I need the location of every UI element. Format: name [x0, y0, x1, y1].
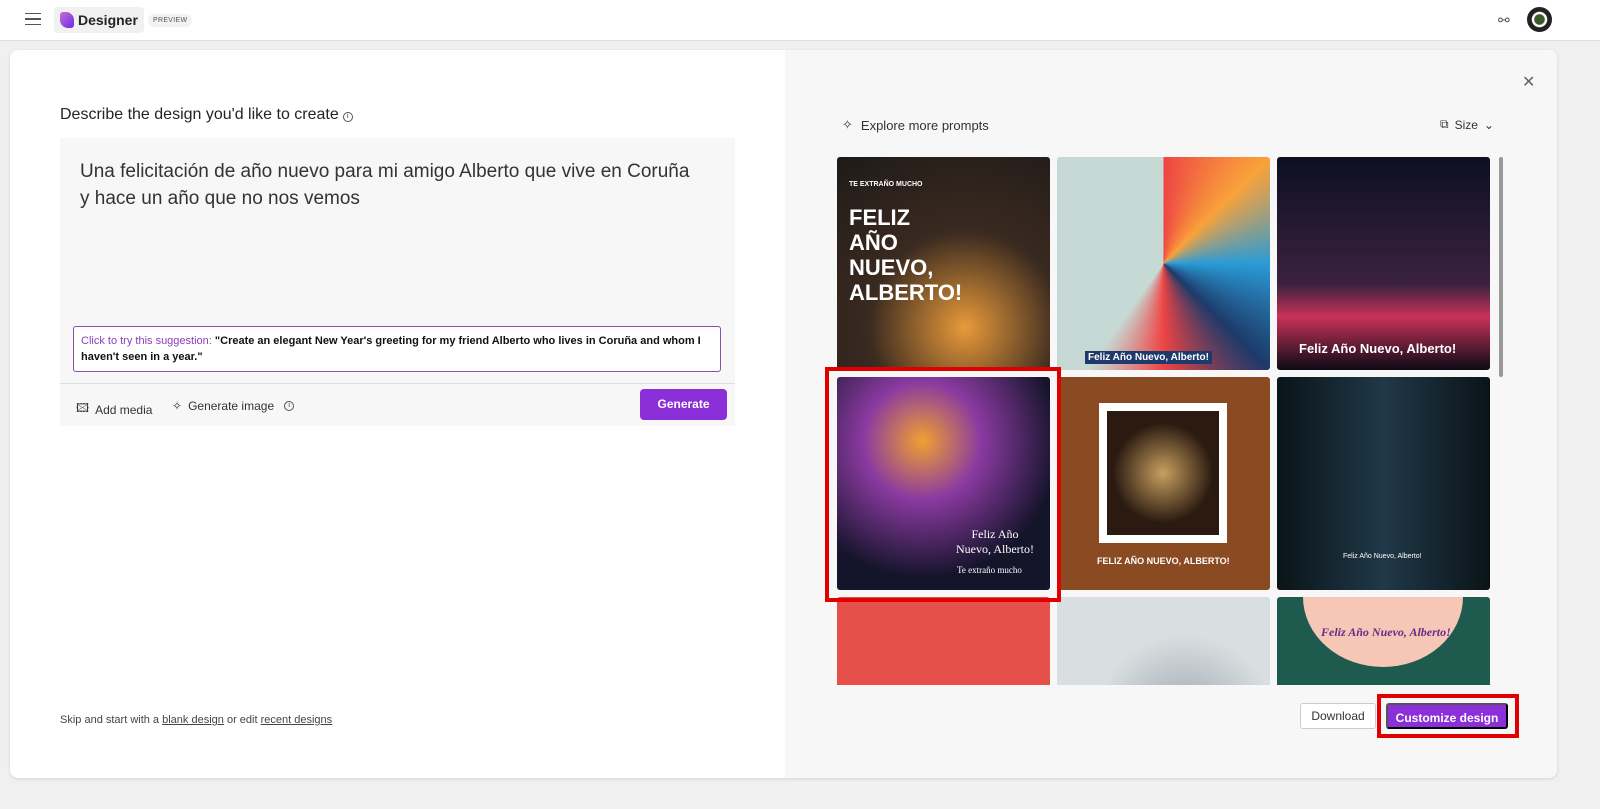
top-bar: Designer PREVIEW ⚯ — [0, 0, 1600, 41]
download-button[interactable]: Download — [1300, 703, 1376, 729]
generate-button[interactable]: Generate — [640, 389, 727, 420]
add-media-button[interactable]: 🖾 Add media — [76, 399, 152, 420]
generate-image-button[interactable]: ✧ Generate image i — [172, 399, 295, 413]
design-tile[interactable]: TE EXTRAÑO MUCHO FELIZ AÑO NUEVO, ALBERTO… — [837, 157, 1050, 370]
info-icon[interactable]: i — [342, 112, 353, 122]
selected-highlight — [825, 367, 1061, 602]
design-tile[interactable]: Feliz Año Nuevo, Alberto! — [1277, 377, 1490, 590]
scrollbar[interactable] — [1499, 157, 1503, 377]
chevron-down-icon: ⌄ — [1483, 117, 1494, 132]
design-tile[interactable] — [837, 597, 1050, 685]
sparkle-icon: ✧ — [172, 399, 183, 413]
info-icon[interactable]: i — [284, 401, 295, 411]
prompt-box: Una felicitación de año nuevo para mi am… — [60, 138, 735, 426]
close-icon[interactable]: ✕ — [1522, 72, 1535, 92]
share-icon[interactable]: ⚯ — [1498, 12, 1510, 29]
design-tile[interactable]: FELIZ AÑO NUEVO, ALBERTO! — [1057, 377, 1270, 590]
create-dialog: Describe the design you'd like to create… — [10, 50, 1557, 778]
suggestion-chip[interactable]: Click to try this suggestion: "Create an… — [73, 326, 721, 372]
design-tile[interactable]: Feliz Año Nuevo, Alberto! — [1057, 157, 1270, 370]
add-media-label: Add media — [95, 402, 153, 417]
suggestion-label: Click to try this suggestion: — [81, 335, 212, 347]
design-tile[interactable]: Feliz Año Nuevo, Alberto! — [1277, 157, 1490, 370]
preview-badge: PREVIEW — [148, 14, 193, 27]
resize-icon: ⧉ — [1440, 117, 1449, 131]
divider — [60, 383, 735, 384]
recent-designs-link[interactable]: recent designs — [261, 714, 333, 726]
blank-design-link[interactable]: blank design — [162, 714, 224, 726]
sparkle-icon: ✧ — [842, 117, 853, 132]
explore-prompts-button[interactable]: ✧ Explore more prompts — [842, 117, 989, 133]
prompt-input[interactable]: Una felicitación de año nuevo para mi am… — [80, 158, 700, 212]
page-title: Describe the design you'd like to create… — [60, 106, 353, 124]
app-name: Designer — [78, 12, 138, 28]
avatar[interactable] — [1527, 7, 1552, 32]
design-tile[interactable]: Feliz Año Nuevo, Alberto! — [1277, 597, 1490, 685]
generate-image-label: Generate image — [188, 399, 275, 413]
design-tile[interactable] — [1057, 597, 1270, 685]
image-add-icon: 🖾 — [76, 401, 90, 415]
size-dropdown[interactable]: ⧉ Size ⌄ — [1440, 117, 1494, 132]
designer-home-link[interactable]: Designer — [54, 7, 144, 33]
designer-logo-icon — [60, 12, 74, 28]
button-highlight — [1377, 694, 1519, 738]
menu-icon[interactable] — [25, 13, 41, 25]
skip-text: Skip and start with a blank design or ed… — [60, 714, 333, 726]
